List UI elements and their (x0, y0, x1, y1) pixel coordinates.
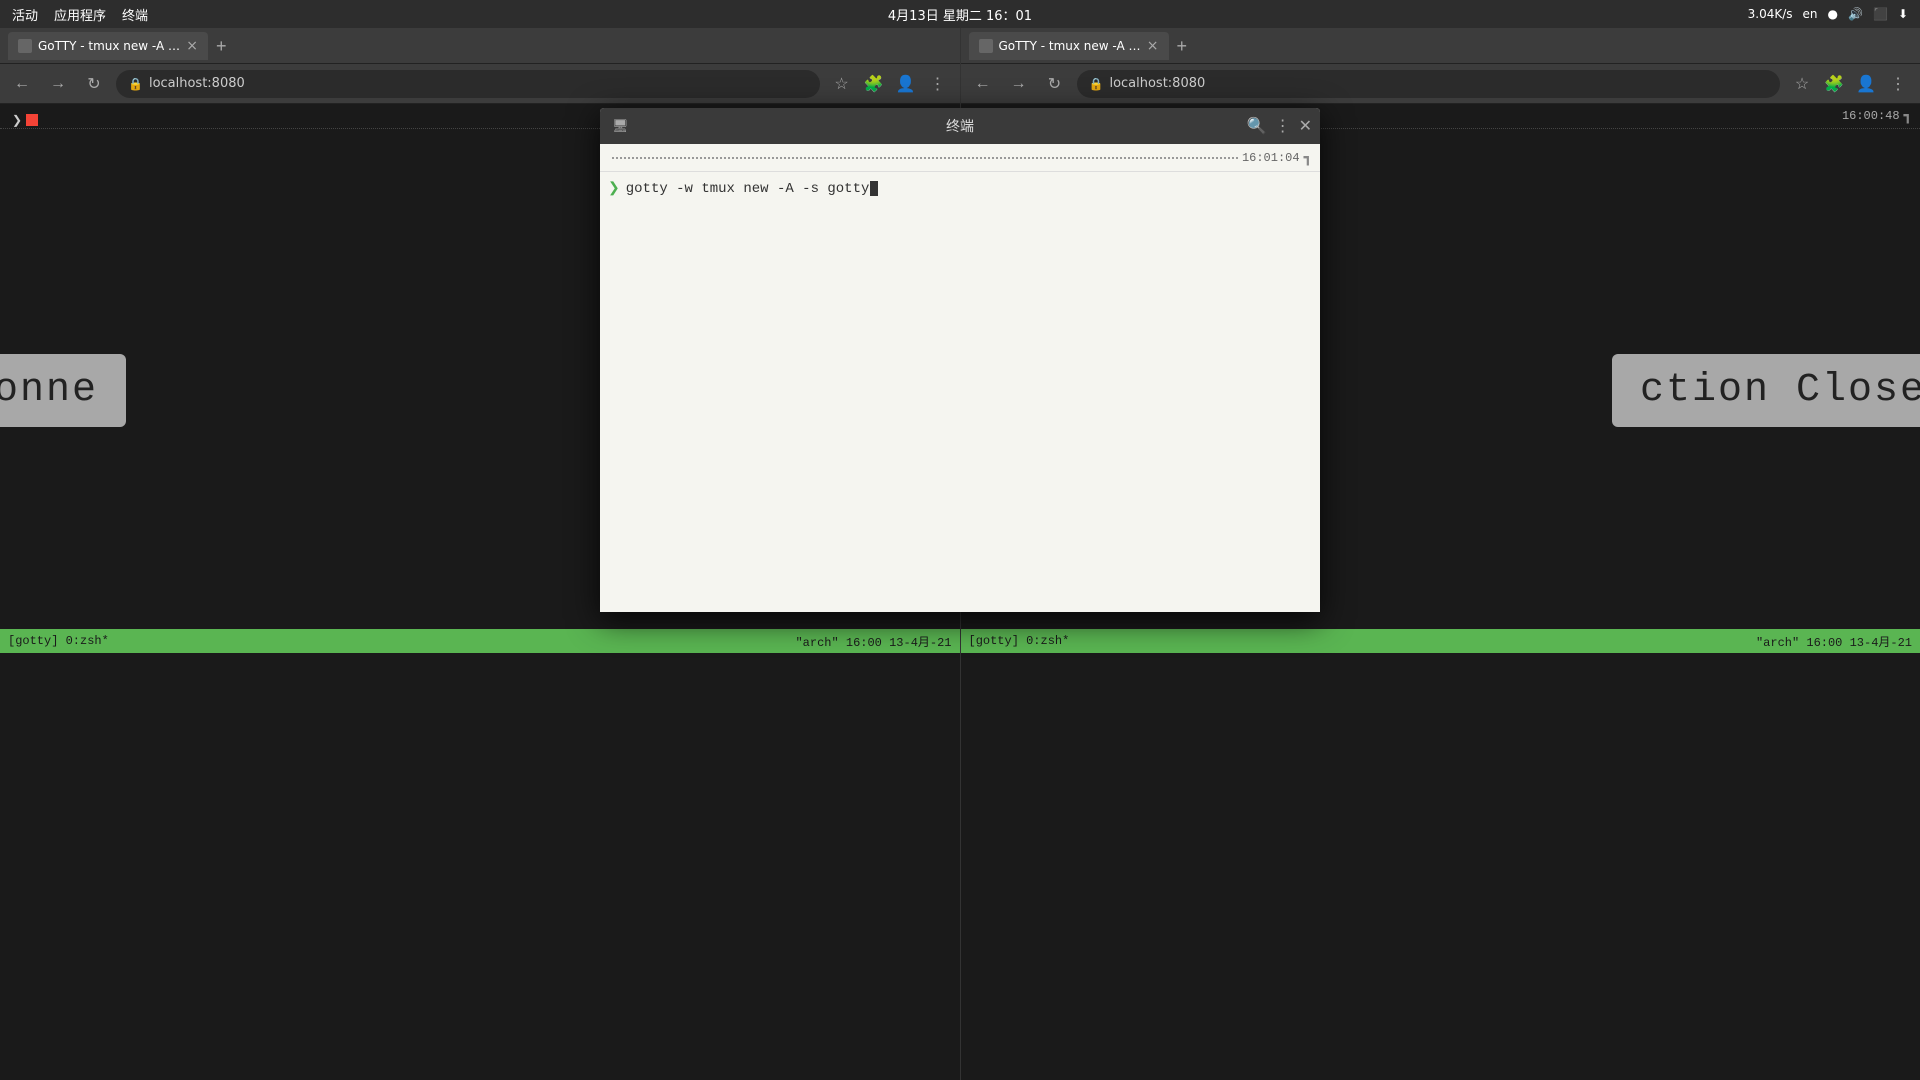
terminal-popup-controls: 🔍 ⋮ ✕ (1247, 116, 1312, 136)
terminal-popup-prompt-arrow: ❯ (608, 180, 620, 197)
left-status-right: "arch" 16:00 13-4月-21 (795, 633, 951, 650)
left-address-bar-actions: ☆ 🧩 👤 ⋮ (828, 70, 952, 98)
left-tab-title: GoTTY - tmux new -A -s g... (38, 39, 180, 53)
right-address-bar-row: ← → ↻ 🔒 localhost:8080 ☆ 🧩 👤 ⋮ (961, 64, 1920, 104)
left-address-bar[interactable]: 🔒 localhost:8080 (116, 70, 820, 98)
right-connection-closed-overlay: ction Closed (1612, 354, 1920, 427)
terminal-popup-window: 🖥 终端 🔍 ⋮ ✕ 16:01:04 ┓ ❯ gotty -w tmux ne… (600, 108, 1320, 612)
right-tab-favicon (979, 39, 993, 53)
terminal-dots-line (612, 157, 1238, 159)
left-reload-button[interactable]: ↻ (80, 70, 108, 98)
terminal-popup-icon: 🖥 (612, 119, 629, 134)
right-status-right: "arch" 16:00 13-4月-21 (1756, 633, 1912, 650)
left-back-button[interactable]: ← (8, 70, 36, 98)
right-connection-text: ction Closed (1640, 368, 1920, 413)
left-bookmark-button[interactable]: ☆ (828, 70, 856, 98)
left-address-lock-icon: 🔒 (128, 77, 143, 91)
right-tab-close[interactable]: × (1147, 39, 1159, 53)
terminal-popup-dotted-bar: 16:01:04 ┓ (600, 144, 1320, 172)
right-timestamp: 16:00:48 (1842, 109, 1900, 123)
right-forward-button[interactable]: → (1005, 70, 1033, 98)
right-address-bar-actions: ☆ 🧩 👤 ⋮ (1788, 70, 1912, 98)
right-active-tab[interactable]: GoTTY - tmux new -A -s g... × (969, 32, 1169, 60)
terminal-popup-cursor (870, 181, 878, 196)
left-connection-closed-overlay: Conne (0, 354, 126, 427)
network-icon: ● (1828, 7, 1838, 21)
terminal-menu-button[interactable]: ⋮ (1275, 116, 1291, 136)
left-tab-bar: GoTTY - tmux new -A -s g... × + (0, 28, 960, 64)
left-menu-button[interactable]: ⋮ (924, 70, 952, 98)
right-resize-icon: ┓ (1904, 108, 1912, 124)
left-forward-button[interactable]: → (44, 70, 72, 98)
left-pane-indicator: ❯ (12, 113, 38, 128)
system-datetime: 4月13日 星期二 16：01 (888, 5, 1032, 24)
left-extensions-button[interactable]: 🧩 (860, 70, 888, 98)
left-account-button[interactable]: 👤 (892, 70, 920, 98)
left-address-bar-row: ← → ↻ 🔒 localhost:8080 ☆ 🧩 👤 ⋮ (0, 64, 960, 104)
terminal-label[interactable]: 终端 (122, 5, 148, 24)
volume-icon: 🔊 (1848, 7, 1863, 21)
right-tab-bar: GoTTY - tmux new -A -s g... × + (961, 28, 1920, 64)
battery-icon: ⬛ (1873, 7, 1888, 21)
terminal-popup-command: gotty -w tmux new -A -s gotty (626, 181, 870, 197)
right-status-left: [gotty] 0:zsh* (969, 634, 1070, 648)
terminal-popup-header: 🖥 终端 🔍 ⋮ ✕ (600, 108, 1320, 144)
right-tab-title: GoTTY - tmux new -A -s g... (999, 39, 1141, 53)
settings-icon: ⬇ (1898, 7, 1908, 21)
left-status-box (26, 114, 38, 126)
left-new-tab-button[interactable]: + (212, 37, 231, 55)
terminal-popup-body: ❯ gotty -w tmux new -A -s gotty (600, 172, 1320, 612)
terminal-popup-title: 终端 (946, 116, 974, 136)
right-account-button[interactable]: 👤 (1852, 70, 1880, 98)
terminal-close-button[interactable]: ✕ (1299, 116, 1312, 136)
left-address-text: localhost:8080 (149, 76, 245, 91)
right-address-lock-icon: 🔒 (1089, 77, 1104, 91)
system-bar-right: 3.04K/s en ● 🔊 ⬛ ⬇ (1748, 7, 1908, 21)
left-connection-text: Conne (0, 368, 98, 413)
terminal-popup-expand-btn[interactable]: ┓ (1304, 149, 1312, 166)
left-tab-close[interactable]: × (186, 39, 198, 53)
right-status-bar: [gotty] 0:zsh* "arch" 16:00 13-4月-21 (961, 629, 1920, 653)
keyboard-layout: en (1803, 7, 1818, 21)
left-tab-favicon (18, 39, 32, 53)
terminal-popup-timestamp: 16:01:04 (1242, 151, 1300, 165)
left-status-left: [gotty] 0:zsh* (8, 634, 109, 648)
right-extensions-button[interactable]: 🧩 (1820, 70, 1848, 98)
right-reload-button[interactable]: ↻ (1041, 70, 1069, 98)
right-menu-button[interactable]: ⋮ (1884, 70, 1912, 98)
right-address-text: localhost:8080 (1109, 76, 1205, 91)
terminal-popup-prompt-line: ❯ gotty -w tmux new -A -s gotty (608, 180, 1312, 197)
network-speed: 3.04K/s (1748, 7, 1793, 21)
left-status-bar: [gotty] 0:zsh* "arch" 16:00 13-4月-21 (0, 629, 960, 653)
terminal-search-button[interactable]: 🔍 (1247, 116, 1267, 136)
right-new-tab-button[interactable]: + (1173, 37, 1192, 55)
activities-label[interactable]: 活动 (12, 5, 38, 24)
system-bar: 活动 应用程序 终端 4月13日 星期二 16：01 3.04K/s en ● … (0, 0, 1920, 28)
system-bar-left: 活动 应用程序 终端 (12, 5, 148, 24)
right-back-button[interactable]: ← (969, 70, 997, 98)
left-active-tab[interactable]: GoTTY - tmux new -A -s g... × (8, 32, 208, 60)
left-chevron-icon: ❯ (12, 113, 22, 128)
browsers-row: GoTTY - tmux new -A -s g... × + ← → ↻ 🔒 … (0, 28, 1920, 1080)
right-address-bar[interactable]: 🔒 localhost:8080 (1077, 70, 1781, 98)
right-bookmark-button[interactable]: ☆ (1788, 70, 1816, 98)
applications-label[interactable]: 应用程序 (54, 5, 106, 24)
